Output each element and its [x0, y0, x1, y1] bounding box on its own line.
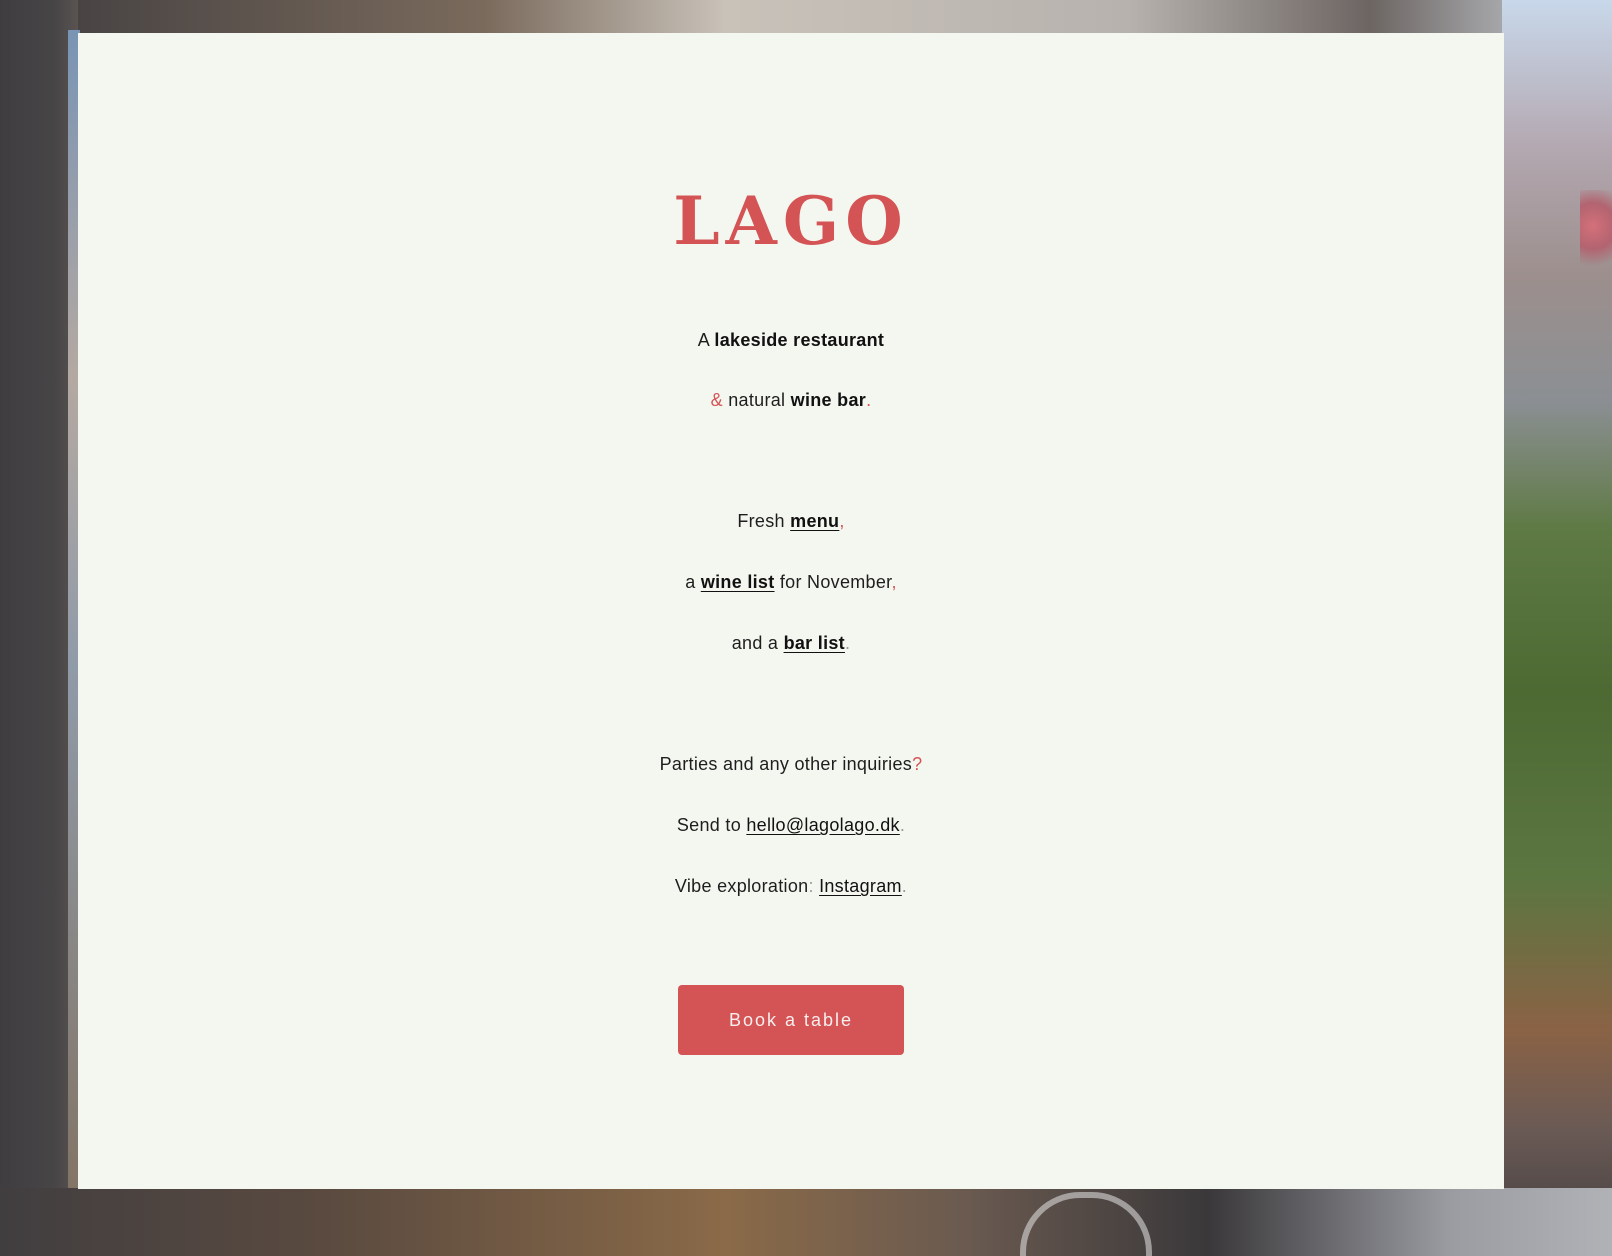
- background-top-edge: [0, 0, 1612, 34]
- vibe-exploration-text: Vibe exploration: [674, 876, 809, 896]
- menu-link[interactable]: menu: [790, 511, 839, 531]
- november-comma: ,: [891, 572, 897, 592]
- intro-line-1: A lakeside restaurant: [78, 328, 1504, 352]
- book-a-table-button[interactable]: Book a table: [678, 985, 904, 1055]
- bar-list-link[interactable]: bar list: [784, 633, 845, 653]
- bar-list-period: .: [844, 633, 851, 653]
- lago-logo: LAGO: [673, 182, 909, 260]
- intro-natural: natural: [722, 390, 791, 410]
- ampersand: &: [710, 390, 723, 410]
- background-garden-view: [1502, 0, 1612, 1256]
- email-link[interactable]: hello@lagolago.dk: [746, 815, 899, 835]
- send-to-prefix: Send to: [676, 815, 747, 835]
- instagram-link[interactable]: Instagram: [819, 876, 902, 896]
- wine-bar-text: wine bar: [790, 390, 867, 410]
- email-line: Send to hello@lagolago.dk.: [78, 813, 1504, 837]
- offerings-line-2: a wine list for November,: [78, 570, 1504, 594]
- instagram-period: .: [901, 876, 908, 896]
- intro-prefix: A: [697, 330, 715, 350]
- background-blossom: [1580, 190, 1612, 280]
- vibe-colon: :: [808, 876, 814, 896]
- background-chairs: [0, 1188, 1612, 1256]
- menu-comma: ,: [839, 511, 845, 531]
- inquiries-line: Parties and any other inquiries?: [78, 752, 1504, 776]
- offerings-line-1: Fresh menu,: [78, 509, 1504, 533]
- intro-period: .: [866, 390, 872, 410]
- background-window-frame: [0, 0, 78, 1256]
- content-card: LAGO A lakeside restaurant & natural win…: [78, 33, 1504, 1189]
- wine-list-link[interactable]: wine list: [701, 572, 775, 592]
- wine-list-prefix: a: [685, 572, 701, 592]
- intro-line-2: & natural wine bar.: [78, 388, 1504, 412]
- inquiries-text: Parties and any other inquiries: [659, 754, 913, 774]
- inquiries-question-mark: ?: [912, 754, 923, 774]
- fresh-prefix: Fresh: [737, 511, 791, 531]
- lakeside-restaurant-text: lakeside restaurant: [714, 330, 885, 350]
- for-november-text: for November: [774, 572, 892, 592]
- email-period: .: [899, 815, 906, 835]
- instagram-line: Vibe exploration: Instagram.: [78, 874, 1504, 898]
- offerings-line-3: and a bar list.: [78, 631, 1504, 655]
- bar-list-prefix: and a: [731, 633, 784, 653]
